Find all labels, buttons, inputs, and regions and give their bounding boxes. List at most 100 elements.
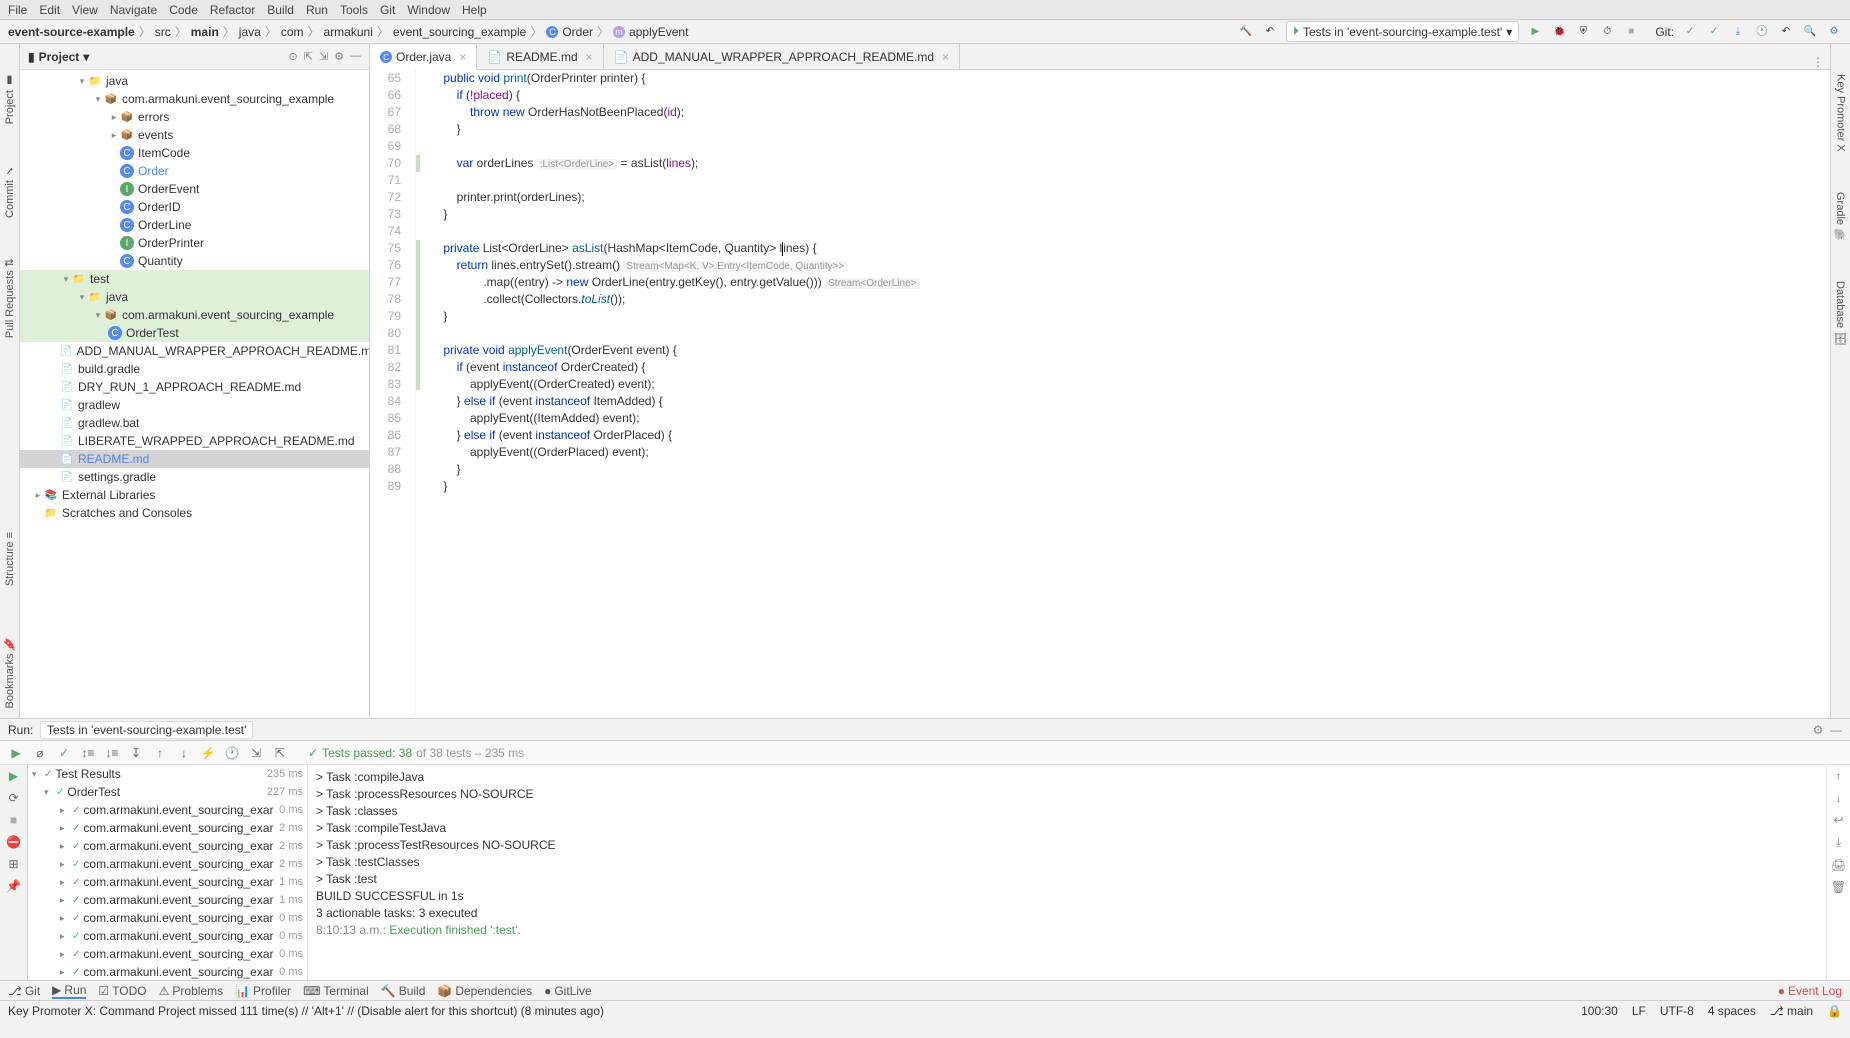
stop-icon[interactable]: ■ [10, 813, 17, 827]
tree-class-quantity[interactable]: CQuantity [20, 252, 369, 270]
breadcrumb-method[interactable]: applyEvent [629, 25, 688, 39]
stop-button[interactable]: ■ [1623, 24, 1639, 40]
build-icon[interactable]: 🔨 [1238, 24, 1254, 40]
test-row[interactable]: ▸✓com.armakuni.event_sourcing_exar0 ms [28, 963, 307, 980]
settings-icon[interactable]: ⚙ [1826, 24, 1842, 40]
test-row[interactable]: ▸✓com.armakuni.event_sourcing_exar1 ms [28, 873, 307, 891]
gear-icon[interactable]: ⚙ [334, 50, 344, 63]
tree-external-libs[interactable]: ▸📚External Libraries [20, 486, 369, 504]
git-update-icon[interactable]: ⤓ [1730, 24, 1746, 40]
collapse-button[interactable]: ↧ [128, 745, 144, 761]
sidebar-bookmarks-tab[interactable]: Bookmarks 🔖 [3, 637, 16, 709]
event-log-button[interactable]: ● Event Log [1778, 984, 1842, 998]
tree-file-5[interactable]: 📄LIBERATE_WRAPPED_APPROACH_README.md [20, 432, 369, 450]
sidebar-database-tab[interactable]: Database 🗄 [1834, 281, 1847, 345]
nav-back-icon[interactable]: ↶ [1262, 24, 1278, 40]
clear-icon[interactable]: 🗑 [1831, 880, 1846, 894]
menu-run[interactable]: Run [306, 3, 328, 17]
console-output[interactable]: > Task :compileJava> Task :processResour… [308, 765, 1826, 980]
test-runner-icon[interactable]: ⚡ [200, 745, 216, 761]
menu-code[interactable]: Code [169, 3, 198, 17]
tree-package[interactable]: ▾📦com.armakuni.event_sourcing_example [20, 90, 369, 108]
coverage-button[interactable]: ⛨ [1575, 24, 1591, 40]
tree-class-orderevent[interactable]: IOrderEvent [20, 180, 369, 198]
status-branch[interactable]: ⎇ main [1770, 1004, 1813, 1018]
editor-tab-readme[interactable]: 📄README.md× [477, 44, 603, 69]
sidebar-structure-tab[interactable]: Structure ≡ [4, 532, 16, 586]
tree-class-order[interactable]: COrder [20, 162, 369, 180]
code-content[interactable]: public void print(OrderPrinter printer) … [424, 70, 1830, 718]
tree-class-orderid[interactable]: COrderID [20, 198, 369, 216]
tree-file-4[interactable]: 📄gradlew.bat [20, 414, 369, 432]
breadcrumb-pkg[interactable]: event_sourcing_example [393, 25, 526, 39]
status-line-sep[interactable]: LF [1632, 1004, 1646, 1018]
hide-icon[interactable]: — [1830, 723, 1842, 737]
menu-build[interactable]: Build [267, 3, 294, 17]
tree-file-0[interactable]: 📄ADD_MANUAL_WRAPPER_APPROACH_README.md [20, 342, 369, 360]
rerun-button[interactable]: ▶ [8, 745, 24, 761]
menu-view[interactable]: View [72, 3, 98, 17]
hide-icon[interactable]: — [350, 50, 361, 63]
run-config-dropdown[interactable]: ⏵ Tests in 'event-sourcing-example.test'… [1286, 21, 1519, 42]
exit-icon[interactable]: ⛔ [6, 835, 21, 849]
sidebar-project-tab[interactable]: Project ▮ [3, 74, 16, 124]
close-icon[interactable]: × [586, 50, 593, 64]
menu-refactor[interactable]: Refactor [210, 3, 255, 17]
bottom-tab-profiler[interactable]: 📊 Profiler [235, 984, 291, 998]
git-push-icon[interactable]: ✓ [1706, 24, 1722, 40]
sort-button[interactable]: ↕≡ [80, 745, 96, 761]
layout-icon[interactable]: ⊞ [8, 857, 18, 871]
test-root[interactable]: ▾✓Test Results235 ms [28, 765, 307, 783]
export-icon[interactable]: ⇱ [272, 745, 288, 761]
bottom-tab-todo[interactable]: ☑ TODO [98, 984, 146, 998]
filter-passed-button[interactable]: ✓ [56, 745, 72, 761]
expand-icon[interactable]: ⇱ [304, 50, 313, 63]
status-indent[interactable]: 4 spaces [1708, 1004, 1756, 1018]
test-row[interactable]: ▸✓com.armakuni.event_sourcing_exar2 ms [28, 819, 307, 837]
search-everywhere-icon[interactable]: 🔍 [1802, 24, 1818, 40]
soft-wrap-icon[interactable]: ↩ [1833, 813, 1843, 827]
next-test-button[interactable]: ↓ [176, 745, 192, 761]
editor-tab-order[interactable]: COrder.java× [370, 45, 477, 70]
menu-help[interactable]: Help [462, 3, 487, 17]
test-ordertest[interactable]: ▾✓OrderTest227 ms [28, 783, 307, 801]
tree-class-orderprinter[interactable]: IOrderPrinter [20, 234, 369, 252]
menu-git[interactable]: Git [380, 3, 395, 17]
editor-tab-wrapper-readme[interactable]: 📄ADD_MANUAL_WRAPPER_APPROACH_README.md× [604, 44, 960, 69]
gear-icon[interactable]: ⚙ [1813, 723, 1824, 737]
sidebar-commit-tab[interactable]: Commit ✓ [3, 164, 16, 218]
tree-class-orderline[interactable]: COrderLine [20, 216, 369, 234]
git-history-icon[interactable]: 🕐 [1754, 24, 1770, 40]
bottom-tab-build[interactable]: 🔨 Build [381, 984, 426, 998]
tree-errors-folder[interactable]: ▸📦errors [20, 108, 369, 126]
print-icon[interactable]: 🖨 [1831, 858, 1846, 872]
sidebar-pull-requests-tab[interactable]: Pull Requests ⇅ [3, 258, 16, 338]
tree-test-folder[interactable]: ▾📁test [20, 270, 369, 288]
test-row[interactable]: ▸✓com.armakuni.event_sourcing_exar2 ms [28, 837, 307, 855]
tree-test-java-folder[interactable]: ▾📁java [20, 288, 369, 306]
menu-edit[interactable]: Edit [39, 3, 60, 17]
project-tree[interactable]: ▾📁java ▾📦com.armakuni.event_sourcing_exa… [20, 70, 369, 718]
menu-file[interactable]: File [8, 3, 27, 17]
breadcrumb-java[interactable]: java [239, 25, 261, 39]
breadcrumb-com[interactable]: com [281, 25, 304, 39]
tree-scratches[interactable]: 📁Scratches and Consoles [20, 504, 369, 522]
prev-test-button[interactable]: ↑ [152, 745, 168, 761]
test-row[interactable]: ▸✓com.armakuni.event_sourcing_exar0 ms [28, 945, 307, 963]
test-row[interactable]: ▸✓com.armakuni.event_sourcing_exar2 ms [28, 855, 307, 873]
git-commit-icon[interactable]: ✓ [1682, 24, 1698, 40]
bottom-tab-run[interactable]: ▶ Run [52, 983, 86, 999]
tree-file-7[interactable]: 📄settings.gradle [20, 468, 369, 486]
collapse-icon[interactable]: ⇲ [319, 50, 328, 63]
sidebar-key-promoter-tab[interactable]: Key Promoter X [1835, 74, 1847, 152]
run-button[interactable]: ▶ [1527, 24, 1543, 40]
menu-navigate[interactable]: Navigate [110, 3, 157, 17]
run-config-label[interactable]: Tests in 'event-sourcing-example.test' [40, 721, 253, 739]
bottom-tab-git[interactable]: ⎇ Git [8, 984, 40, 998]
status-lock-icon[interactable]: 🔒 [1827, 1004, 1842, 1018]
rerun-icon[interactable]: ▶ [9, 769, 18, 783]
pin-icon[interactable]: 📌 [6, 879, 21, 893]
sidebar-gradle-tab[interactable]: Gradle 🐘 [1834, 192, 1847, 242]
profile-button[interactable]: ⏱ [1599, 24, 1615, 40]
chevron-down-icon[interactable]: ▾ [83, 50, 89, 64]
